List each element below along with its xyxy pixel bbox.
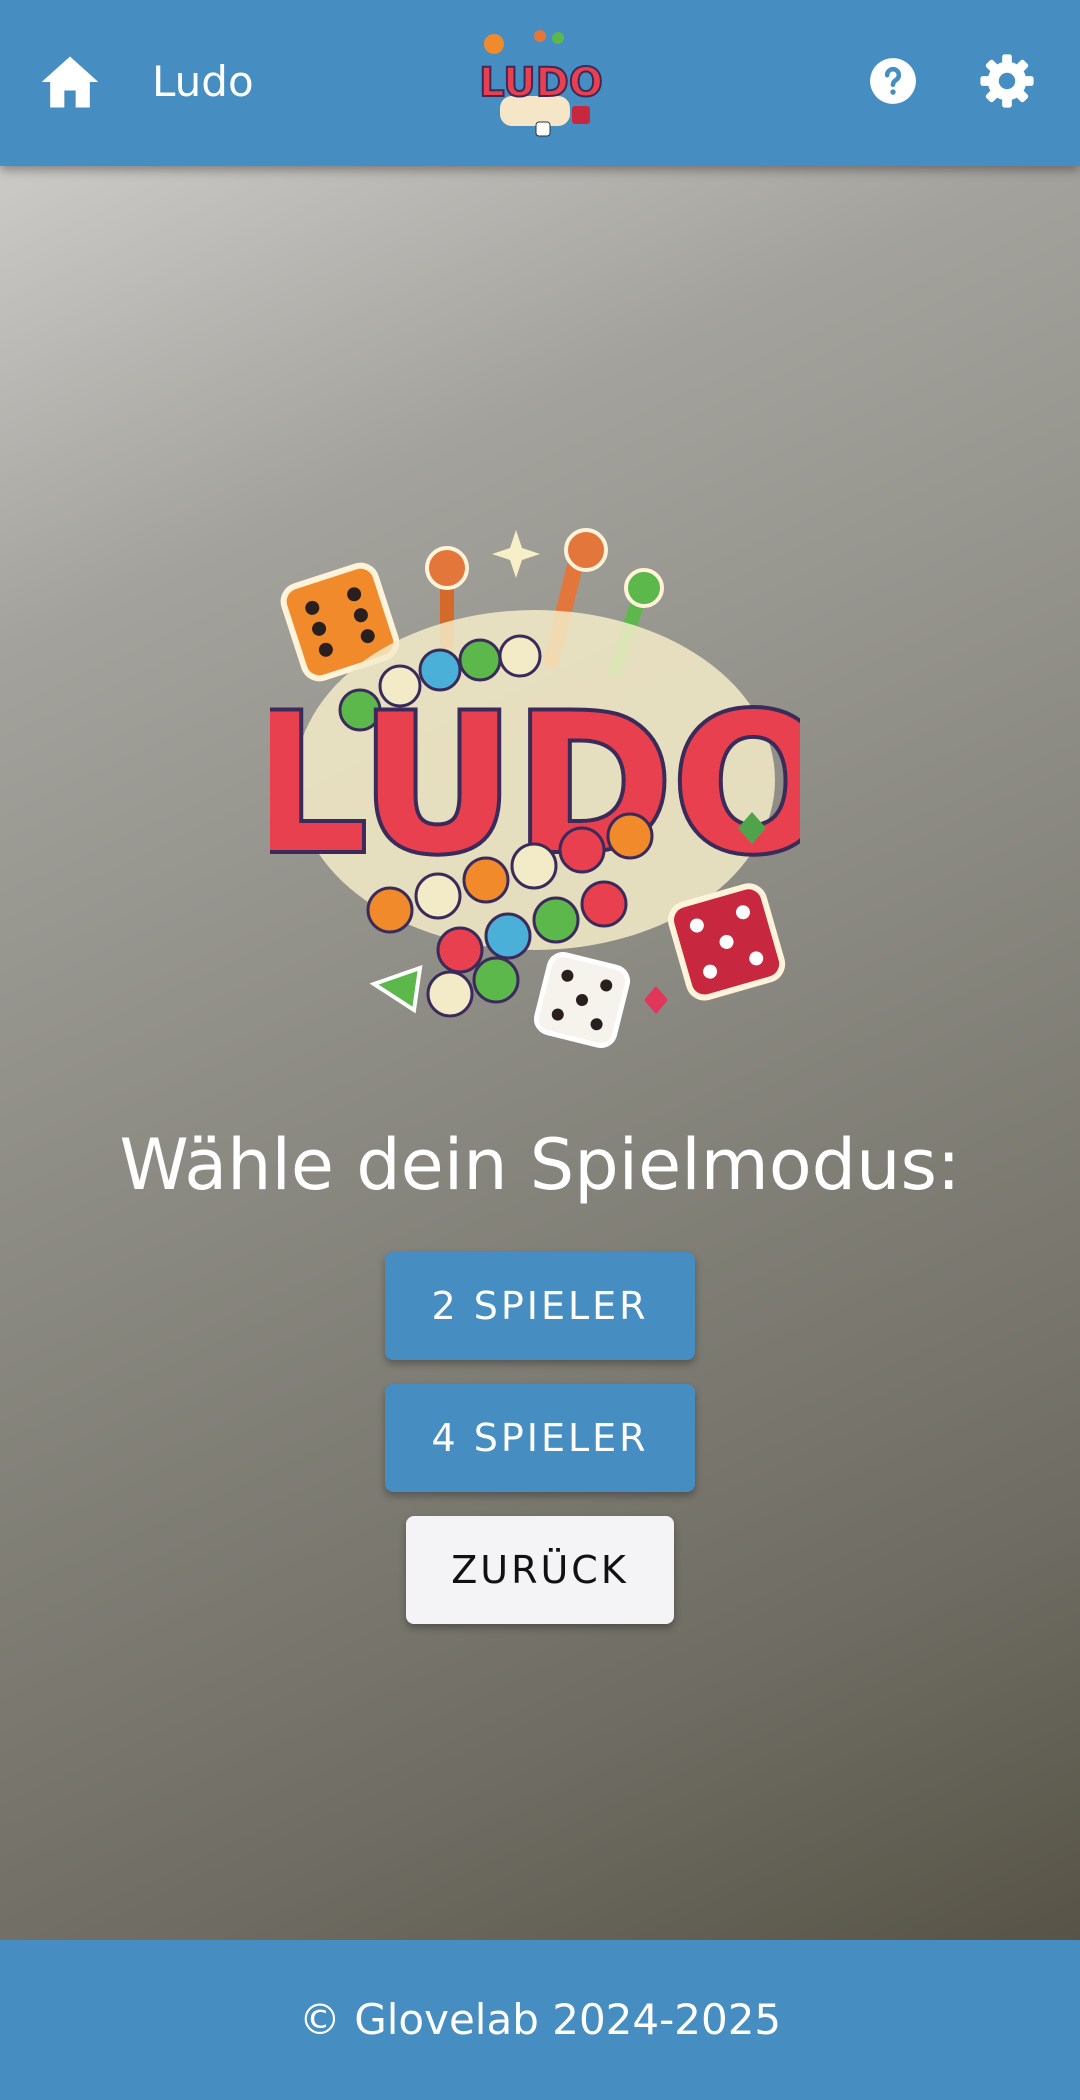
ludo-logo: LUDO xyxy=(242,510,838,1050)
settings-button[interactable] xyxy=(978,52,1036,110)
copyright-text: © Glovelab 2024-2025 xyxy=(298,1995,782,2044)
svg-text:LUDO: LUDO xyxy=(480,60,602,106)
app-title: Ludo xyxy=(152,57,254,106)
help-button[interactable] xyxy=(868,56,918,106)
footer: © Glovelab 2024-2025 xyxy=(0,1940,1080,2100)
home-button[interactable] xyxy=(36,48,104,116)
home-icon xyxy=(41,56,99,108)
four-players-button[interactable]: 4 SPIELER xyxy=(385,1384,695,1492)
ludo-logo-small: LUDO xyxy=(478,18,604,146)
two-players-button[interactable]: 2 SPIELER xyxy=(385,1252,695,1360)
back-button[interactable]: ZURÜCK xyxy=(406,1516,674,1624)
game-mode-prompt: Wähle dein Spielmodus: xyxy=(119,1124,961,1206)
app-bar: Ludo LUDO xyxy=(0,0,1080,166)
settings-icon xyxy=(980,54,1034,108)
help-icon xyxy=(870,58,916,104)
